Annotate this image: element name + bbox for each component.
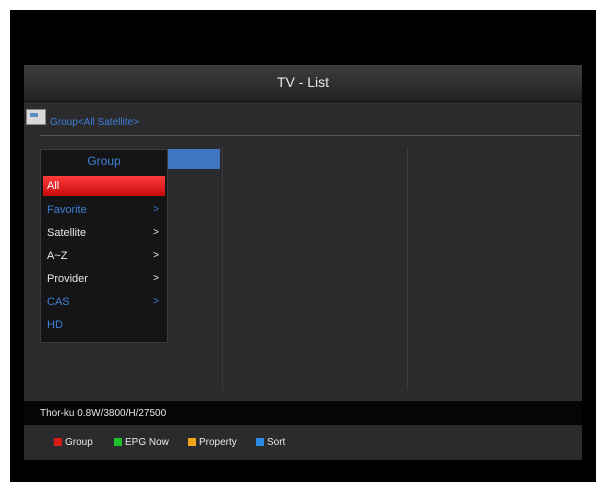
chevron-right-icon: > xyxy=(153,296,159,307)
group-item-label: Favorite xyxy=(47,204,87,216)
group-item-all[interactable]: All xyxy=(43,176,165,196)
blue-key-icon xyxy=(256,438,264,446)
group-item-favorite[interactable]: Favorite > xyxy=(43,200,165,220)
green-key-epg-now[interactable]: EPG Now xyxy=(114,437,169,449)
header-divider xyxy=(40,135,580,136)
green-key-icon xyxy=(114,438,122,446)
key-label: Property xyxy=(199,437,237,448)
yellow-key-property[interactable]: Property xyxy=(188,437,237,449)
yellow-key-icon xyxy=(188,438,196,446)
group-panel: Group All Favorite > Satellite > A~Z > P… xyxy=(40,149,168,343)
group-item-cas[interactable]: CAS > xyxy=(43,292,165,312)
transponder-info: Thor-ku 0.8W/3800/H/27500 xyxy=(40,408,167,419)
column-divider-2 xyxy=(407,147,408,390)
group-item-satellite[interactable]: Satellite > xyxy=(43,223,165,243)
group-panel-title: Group xyxy=(87,154,121,168)
channel-cursor[interactable] xyxy=(168,149,220,169)
group-item-provider[interactable]: Provider > xyxy=(43,269,165,289)
tv-screen: TV - List Group<All Satellite> Group All… xyxy=(24,65,582,460)
red-key-group[interactable]: Group xyxy=(54,437,93,449)
key-label: EPG Now xyxy=(125,437,169,448)
group-item-hd[interactable]: HD xyxy=(43,315,165,335)
group-item-a-z[interactable]: A~Z > xyxy=(43,246,165,266)
chevron-right-icon: > xyxy=(153,250,159,261)
satellite-icon xyxy=(26,109,46,125)
group-path-bar: Group<All Satellite> xyxy=(24,105,582,137)
group-item-label: CAS xyxy=(47,296,70,308)
group-item-label: HD xyxy=(47,319,63,331)
group-item-label: Satellite xyxy=(47,227,87,239)
column-divider-1 xyxy=(222,147,223,390)
group-item-label: All xyxy=(47,180,60,192)
blue-key-sort[interactable]: Sort xyxy=(256,437,285,449)
group-path-label: Group<All Satellite> xyxy=(50,117,139,128)
group-item-label: A~Z xyxy=(47,250,68,262)
color-key-bar: Group EPG Now Property Sort xyxy=(24,427,582,460)
tv-frame: TV - List Group<All Satellite> Group All… xyxy=(10,10,596,482)
window-title: TV - List xyxy=(24,65,582,102)
group-item-label: Provider xyxy=(47,273,88,285)
chevron-right-icon: > xyxy=(153,273,159,284)
key-label: Sort xyxy=(267,437,286,448)
chevron-right-icon: > xyxy=(153,227,159,238)
chevron-right-icon: > xyxy=(153,204,159,215)
red-key-icon xyxy=(54,438,62,446)
status-bar: Thor-ku 0.8W/3800/H/27500 xyxy=(24,401,582,425)
key-label: Group xyxy=(65,437,93,448)
